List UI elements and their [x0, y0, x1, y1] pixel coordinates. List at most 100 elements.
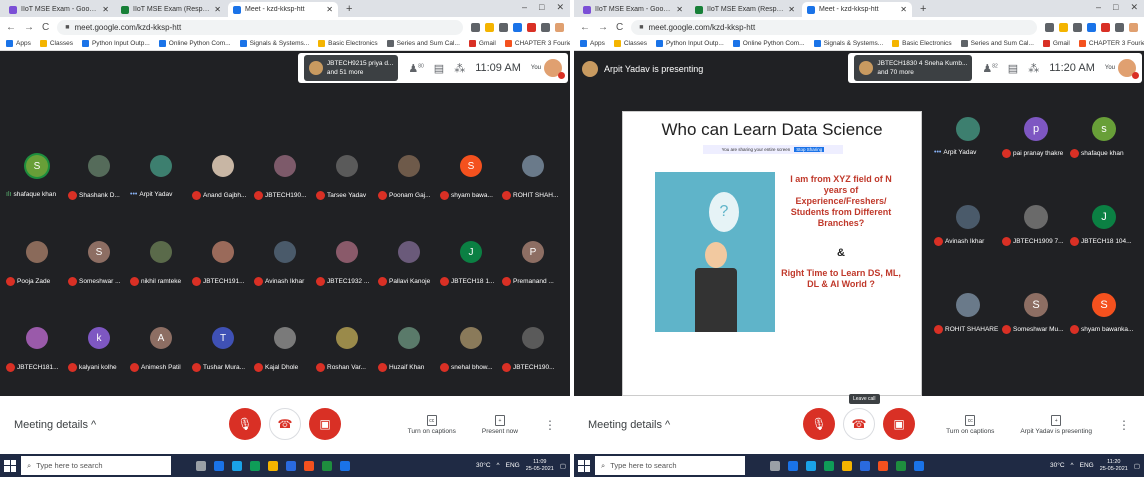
bookmark-item[interactable]: Online Python Com...: [732, 40, 805, 47]
chat-icon[interactable]: ▤: [434, 62, 444, 75]
close-icon[interactable]: ✕: [676, 5, 683, 14]
participant-tile[interactable]: Sshyam bawanka...: [1070, 291, 1138, 381]
extension-icon[interactable]: [1101, 22, 1110, 32]
bookmark-item[interactable]: Apps: [580, 40, 605, 47]
extension-icon[interactable]: [1087, 22, 1096, 32]
activities-icon[interactable]: ⁂: [454, 62, 465, 75]
taskbar-app-icon[interactable]: [896, 460, 906, 471]
extension-icon[interactable]: [1073, 22, 1082, 32]
minimize-icon[interactable]: –: [522, 2, 527, 13]
url-field[interactable]: ■ meet.google.com/kzd-kksp-htt: [57, 19, 463, 35]
bookmark-item[interactable]: CHAPTER 3 Fourier...: [1078, 40, 1144, 47]
new-tab-button[interactable]: +: [914, 2, 932, 17]
reload-icon[interactable]: C: [616, 22, 623, 33]
participant-tile[interactable]: Poonam Gaj...: [378, 151, 440, 231]
browser-tab[interactable]: IIoT MSE Exam (Responses) - Goo✕: [690, 2, 800, 17]
more-options-icon[interactable]: ⋮: [1118, 418, 1130, 432]
url-field[interactable]: ■ meet.google.com/kzd-kksp-htt: [631, 19, 1037, 35]
new-tab-button[interactable]: +: [340, 2, 358, 17]
participant-tile[interactable]: ROHIT SHAH...: [502, 151, 564, 231]
taskbar-app-icon[interactable]: [878, 460, 888, 471]
participant-tile[interactable]: A Animesh Patil: [130, 323, 192, 403]
participant-tile[interactable]: S Someshwar ...: [68, 237, 130, 317]
browser-tab[interactable]: Meet - kzd-kksp-htt ✕: [228, 2, 338, 17]
tray-arrow-icon[interactable]: ^: [1071, 462, 1074, 469]
participant-tile[interactable]: nikhil ramteke: [130, 237, 192, 317]
captions-button[interactable]: cc Turn on captions: [408, 415, 456, 435]
participant-tile[interactable]: JBTEC1932 ...: [316, 237, 378, 317]
participant-tile[interactable]: Roshan Var...: [316, 323, 378, 403]
extension-icon[interactable]: [499, 22, 508, 32]
browser-tab[interactable]: IIoT MSE Exam (Responses) - Go✕: [116, 2, 226, 17]
taskbar-app-icon[interactable]: [232, 460, 242, 471]
taskbar-app-icon[interactable]: [806, 460, 816, 471]
taskbar-search[interactable]: ⌕ Type here to search: [21, 456, 171, 475]
participant-tile[interactable]: Pooja Zade: [6, 237, 68, 317]
participant-tile[interactable]: Pallavi Kanoje: [378, 237, 440, 317]
participant-tile[interactable]: s shafaque khan: [1070, 115, 1138, 205]
extension-icon[interactable]: [541, 22, 550, 32]
chat-icon[interactable]: ▤: [1008, 62, 1018, 75]
extension-icon[interactable]: [485, 22, 494, 32]
participant-tile[interactable]: JBTECH190...: [254, 151, 316, 231]
taskbar-app-icon[interactable]: [860, 460, 870, 471]
close-icon[interactable]: ✕: [900, 5, 907, 14]
captions-button[interactable]: cc Turn on captions: [946, 415, 994, 435]
taskbar-app-icon[interactable]: [842, 460, 852, 471]
taskbar-app-icon[interactable]: [322, 460, 332, 471]
bookmark-item[interactable]: Gmail: [468, 40, 496, 47]
bookmark-item[interactable]: Apps: [6, 40, 31, 47]
taskbar-app-icon[interactable]: [250, 460, 260, 471]
more-options-icon[interactable]: ⋮: [544, 418, 556, 432]
bookmark-item[interactable]: Classes: [613, 40, 647, 47]
back-icon[interactable]: ←: [6, 22, 16, 33]
participant-tile[interactable]: snehal bhow...: [440, 323, 502, 403]
taskbar-search[interactable]: ⌕ Type here to search: [595, 456, 745, 475]
notification-icon[interactable]: ▢: [1134, 462, 1140, 470]
bookmark-item[interactable]: Python Input Outp...: [81, 40, 150, 47]
bookmark-item[interactable]: CHAPTER 3 Fourier...: [504, 40, 570, 47]
leave-call-button[interactable]: ☎: [843, 408, 875, 440]
forward-icon[interactable]: →: [24, 22, 34, 33]
taskbar-app-icon[interactable]: [914, 460, 924, 471]
bookmark-item[interactable]: Gmail: [1042, 40, 1070, 47]
close-window-icon[interactable]: ✕: [556, 2, 564, 13]
taskbar-app-icon[interactable]: [196, 460, 206, 471]
notification-icon[interactable]: ▢: [560, 462, 566, 470]
participant-tile[interactable]: ROHIT SHAHARE: [934, 291, 1002, 381]
participant-tile[interactable]: ••• Arpit Yadav: [934, 115, 1002, 205]
participant-tile[interactable]: Sshyam bawa...: [440, 151, 502, 231]
extension-icon[interactable]: [1059, 22, 1068, 32]
people-icon[interactable]: ♟80: [408, 62, 423, 75]
taskbar-app-icon[interactable]: [268, 460, 278, 471]
reload-icon[interactable]: C: [42, 22, 49, 33]
maximize-icon[interactable]: □: [1113, 2, 1118, 13]
present-button[interactable]: + Arpit Yadav is presenting: [1020, 415, 1092, 435]
participant-tile[interactable]: JBTECH1909 7...: [1002, 203, 1070, 293]
participant-tile[interactable]: JBTECH181...: [6, 323, 68, 403]
participant-tile[interactable]: Avinash Ikhar: [934, 203, 1002, 293]
participant-tile[interactable]: Tarsee Yadav: [316, 151, 378, 231]
participant-tile[interactable]: J JBTECH18 104...: [1070, 203, 1138, 293]
bookmark-item[interactable]: Signals & Systems...: [239, 40, 309, 47]
participant-tile[interactable]: S Someshwar Mu...: [1002, 291, 1070, 381]
browser-tab[interactable]: Meet - kzd-kksp-htt ✕: [802, 2, 912, 17]
bookmark-item[interactable]: Classes: [39, 40, 73, 47]
stop-sharing-button[interactable]: Stop Sharing: [794, 147, 825, 152]
meeting-details-button[interactable]: Meeting details ^: [14, 419, 408, 431]
participant-tile[interactable]: P Premanand ...: [502, 237, 564, 317]
participant-tile[interactable]: T Tushar Mura...: [192, 323, 254, 403]
participant-tile[interactable]: JBTECH190...: [502, 323, 564, 403]
browser-tab[interactable]: IIoT MSE Exam - Google Forms✕: [4, 2, 114, 17]
bookmark-item[interactable]: Basic Electronics: [318, 40, 378, 47]
forward-icon[interactable]: →: [598, 22, 608, 33]
camera-toggle-button[interactable]: ▣: [883, 408, 915, 440]
back-icon[interactable]: ←: [580, 22, 590, 33]
taskbar-app-icon[interactable]: [214, 460, 224, 471]
bookmark-item[interactable]: Series and Sum Cal...: [386, 40, 460, 47]
mic-toggle-button[interactable]: 🎙: [229, 408, 261, 440]
participant-tile[interactable]: ••• Arpit Yadav: [130, 151, 192, 231]
taskbar-app-icon[interactable]: [286, 460, 296, 471]
extension-icon[interactable]: [1115, 22, 1124, 32]
extension-icon[interactable]: [1129, 22, 1138, 32]
